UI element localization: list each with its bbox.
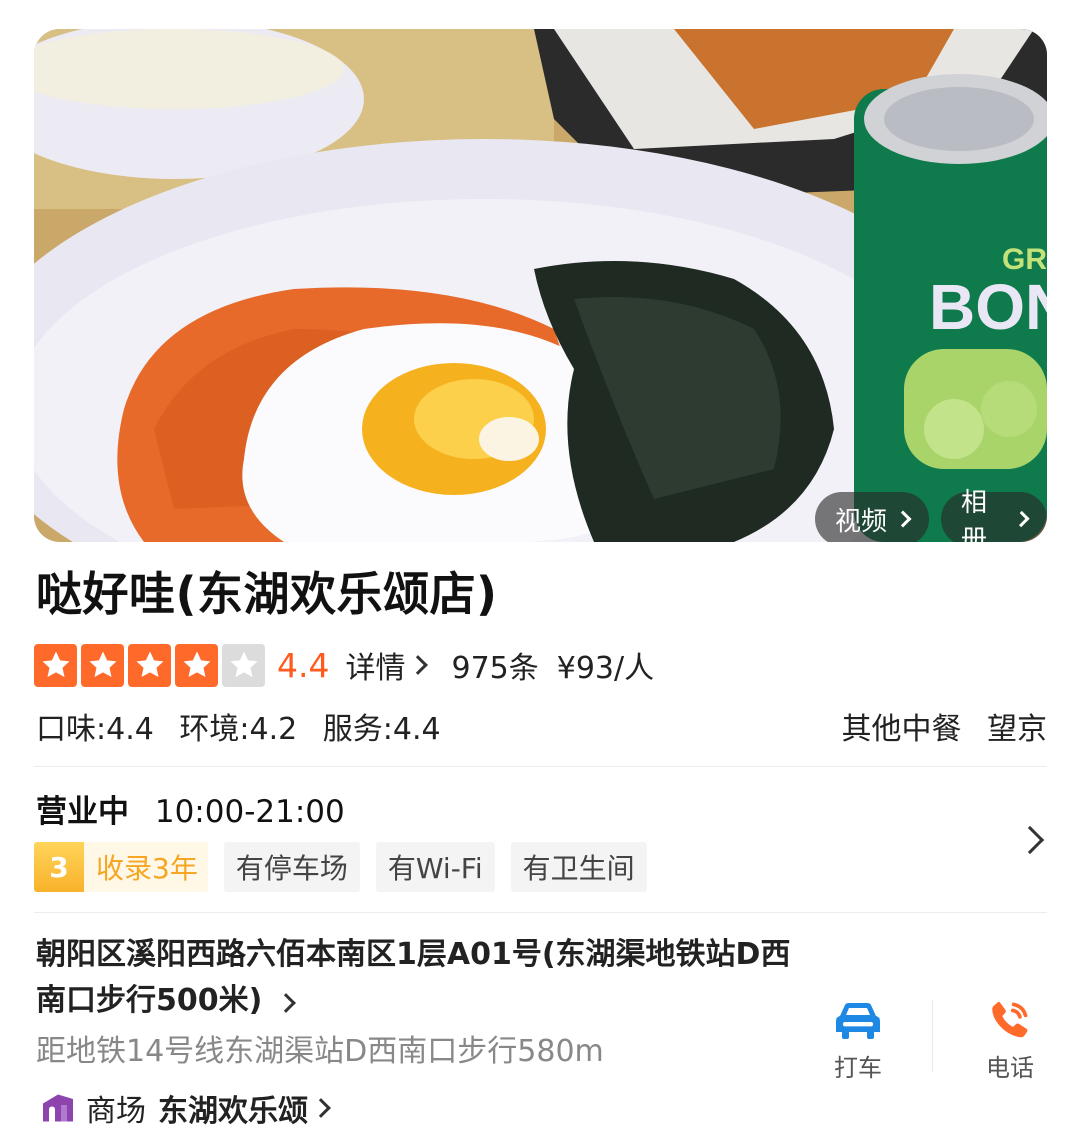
rating-detail-link[interactable]: 详情 <box>345 643 429 687</box>
rating-detail-label: 详情 <box>345 651 406 686</box>
mall-label: 商场 <box>86 1094 146 1129</box>
taste-score: 口味:4.4 <box>36 712 154 747</box>
category-label[interactable]: 其他中餐 <box>841 712 961 747</box>
address-text: 朝阳区溪阳西路六佰本南区1层A01号(东湖渠地铁站D西南口步行500米) <box>36 937 791 1018</box>
restroom-tag: 有卫生间 <box>510 842 647 892</box>
can-label-top: GR <box>1002 243 1047 276</box>
mall-name: 东湖欢乐颂 <box>158 1094 308 1129</box>
years-badge: 3 <box>34 842 84 892</box>
years-listed-tag: 3 收录3年 <box>34 842 208 892</box>
area-label[interactable]: 望京 <box>987 712 1047 747</box>
open-time: 10:00-21:00 <box>154 794 345 830</box>
album-button-label: 相册 <box>961 488 988 542</box>
can-label: BON <box>929 271 1047 343</box>
mall-link[interactable]: 商场 东湖欢乐颂 <box>40 1086 331 1130</box>
review-count[interactable]: 975条 <box>451 643 538 687</box>
video-button-label: 视频 <box>835 506 888 537</box>
star-empty-icon <box>222 643 265 687</box>
chevron-right-icon <box>311 1098 331 1118</box>
phone-label: 电话 <box>986 1054 1034 1082</box>
taxi-button[interactable]: 打车 <box>798 998 918 1083</box>
chevron-right-icon <box>894 510 912 528</box>
shop-address[interactable]: 朝阳区溪阳西路六佰本南区1层A01号(东湖渠地铁站D西南口步行500米) <box>36 932 796 1024</box>
star-rating <box>34 643 265 687</box>
taxi-label: 打车 <box>834 1054 882 1082</box>
divider <box>34 912 1047 913</box>
divider <box>932 1000 933 1072</box>
price-per-person: ¥93/人 <box>556 651 655 686</box>
divider <box>34 766 1047 767</box>
shop-categories: 其他中餐 望京 <box>825 704 1047 748</box>
album-button[interactable]: 相册 <box>941 488 1047 542</box>
chevron-right-icon <box>408 655 429 675</box>
sub-scores: 口味:4.4 环境:4.2 服务:4.4 <box>36 704 457 748</box>
phone-button[interactable]: 电话 <box>950 998 1070 1083</box>
parking-tag: 有停车场 <box>223 842 360 892</box>
shop-name: 哒好哇(东湖欢乐颂店) <box>36 567 498 621</box>
wifi-tag: 有Wi-Fi <box>375 842 495 892</box>
environment-score: 环境:4.2 <box>179 712 298 747</box>
star-filled-icon <box>175 643 218 687</box>
metro-distance: 距地铁14号线东湖渠站D西南口步行580m <box>36 1034 604 1069</box>
chevron-right-icon <box>275 993 296 1013</box>
facility-tags: 3 收录3年 有停车场 有Wi-Fi 有卫生间 <box>34 842 647 892</box>
star-filled-icon <box>81 643 124 687</box>
hero-illustration: BON GR <box>34 29 1047 542</box>
star-filled-icon <box>34 643 77 687</box>
video-button[interactable]: 视频 <box>815 492 930 542</box>
years-label: 收录3年 <box>96 852 198 885</box>
star-filled-icon <box>128 643 171 687</box>
service-score: 服务:4.4 <box>322 712 441 747</box>
open-status: 营业中 <box>36 794 129 830</box>
rating-row: 4.4 详情 975条 ¥93/人 <box>34 642 654 688</box>
chevron-right-icon[interactable] <box>1015 825 1045 855</box>
mall-icon <box>43 1094 73 1122</box>
business-hours[interactable]: 营业中 10:00-21:00 <box>36 786 345 831</box>
phone-icon <box>992 1001 1028 1038</box>
car-icon <box>836 1003 880 1039</box>
chevron-right-icon <box>1013 510 1030 528</box>
rating-score: 4.4 <box>277 645 330 685</box>
hero-photo[interactable]: BON GR 视频 相册 <box>34 29 1047 542</box>
